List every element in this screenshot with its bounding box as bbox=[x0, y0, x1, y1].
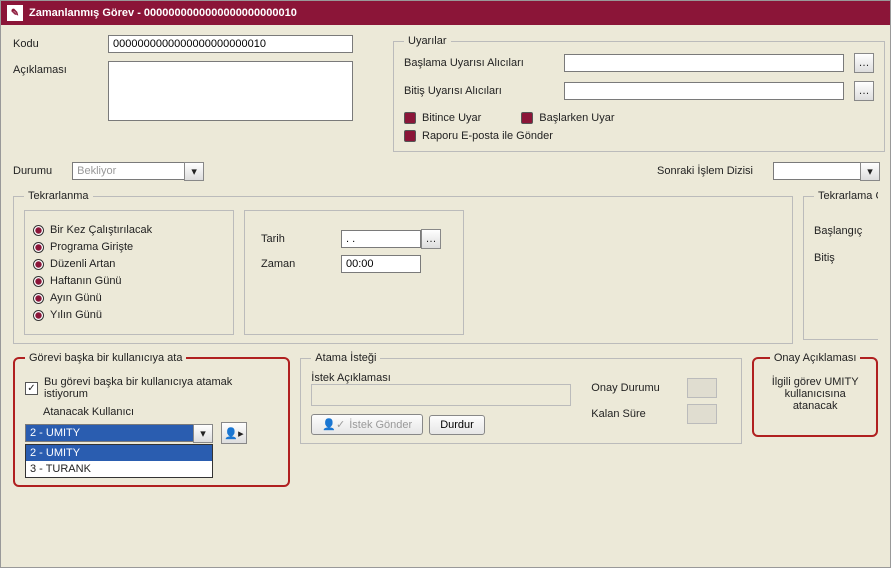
onay-legend: Onay Açıklaması bbox=[770, 352, 861, 364]
recur-opt-monthday[interactable]: Ayın Günü bbox=[33, 292, 225, 304]
durumu-label: Durumu bbox=[13, 165, 52, 177]
raporu-gonder-check[interactable]: Raporu E-posta ile Gönder bbox=[404, 130, 874, 142]
durumu-dropdown-button[interactable]: ▾ bbox=[184, 162, 204, 181]
table-row[interactable] bbox=[14, 503, 506, 525]
onay-durumu-label: Onay Durumu bbox=[591, 382, 681, 394]
zaman-label: Zaman bbox=[261, 258, 311, 270]
gecerlilik-fieldset: Tekrarlama Geçerliliği Başlangıç 15.04.0… bbox=[803, 190, 878, 340]
zaman-input[interactable] bbox=[341, 255, 421, 273]
app-icon: ✎ bbox=[7, 5, 23, 21]
kalan-sure-label: Kalan Süre bbox=[591, 408, 681, 420]
bitince-uyar-check[interactable]: Bitince Uyar bbox=[404, 112, 481, 124]
table-row[interactable] bbox=[14, 525, 506, 547]
baslama-browse-button[interactable]: … bbox=[854, 53, 874, 73]
checkbox-icon bbox=[521, 112, 533, 124]
bitis-browse-button[interactable]: … bbox=[854, 81, 874, 101]
onay-aciklamasi-fieldset: Onay Açıklaması İlgili görev UMITY kulla… bbox=[752, 352, 878, 437]
assign-option[interactable]: 2 - UMITY bbox=[26, 445, 212, 461]
checkbox-icon bbox=[404, 112, 416, 124]
baslama-uyari-label: Başlama Uyarısı Alıcıları bbox=[404, 57, 554, 69]
assign-fieldset: Görevi başka bir kullanıcıya ata Bu göre… bbox=[13, 352, 290, 487]
kodu-label: Kodu bbox=[13, 35, 98, 53]
window-titlebar: ✎ Zamanlanmış Görev - 000000000000000000… bbox=[1, 1, 890, 25]
durdur-button[interactable]: Durdur bbox=[429, 415, 485, 435]
tekrarlanma-legend: Tekrarlanma bbox=[24, 190, 93, 202]
gecerlilik-legend: Tekrarlama Geçerliliği bbox=[814, 190, 878, 202]
istek-aciklamasi-label: İstek Açıklaması bbox=[311, 372, 571, 384]
send-icon: 👤✓ bbox=[322, 418, 345, 431]
assign-dropdown-list: 2 - UMITY 3 - TURANK bbox=[25, 444, 213, 478]
recur-opt-weekday[interactable]: Haftanın Günü bbox=[33, 275, 225, 287]
window-title: Zamanlanmış Görev - 00000000000000000000… bbox=[29, 7, 297, 19]
aciklamasi-input[interactable] bbox=[108, 61, 353, 121]
recur-opt-yearday[interactable]: Yılın Günü bbox=[33, 309, 225, 321]
kalan-sure-box bbox=[687, 404, 717, 424]
onay-durumu-box bbox=[687, 378, 717, 398]
istek-aciklamasi-box bbox=[311, 384, 571, 406]
assign-user-action-button[interactable]: 👤▸ bbox=[221, 422, 247, 444]
assign-legend: Görevi başka bir kullanıcıya ata bbox=[25, 352, 186, 364]
uyarilar-legend: Uyarılar bbox=[404, 35, 451, 47]
aciklamasi-label: Açıklaması bbox=[13, 61, 98, 121]
tarih-picker-button[interactable]: … bbox=[421, 229, 441, 249]
assign-user-select[interactable] bbox=[25, 424, 213, 442]
kodu-input[interactable] bbox=[108, 35, 353, 53]
recur-opt-regular[interactable]: Düzenli Artan bbox=[33, 258, 225, 270]
atama-legend: Atama İsteği bbox=[311, 352, 380, 364]
tarih-label: Tarih bbox=[261, 233, 311, 245]
recur-opt-once[interactable]: Bir Kez Çalıştırılacak bbox=[33, 224, 225, 236]
recur-opt-login[interactable]: Programa Girişte bbox=[33, 241, 225, 253]
sonraki-islem-label: Sonraki İşlem Dizisi bbox=[657, 165, 753, 177]
onay-text: İlgili görev UMITY kullanıcısına atanaca… bbox=[764, 372, 866, 416]
baslama-uyari-input[interactable] bbox=[564, 54, 844, 72]
assign-check-label: Bu görevi başka bir kullanıcıya atamak i… bbox=[44, 376, 278, 400]
scheduled-task-window: ✎ Zamanlanmış Görev - 000000000000000000… bbox=[0, 0, 891, 568]
assign-option[interactable]: 3 - TURANK bbox=[26, 461, 212, 477]
atama-istegi-fieldset: Atama İsteği İstek Açıklaması 👤✓ İstek G… bbox=[300, 352, 742, 444]
sonraki-dropdown-button[interactable]: ▾ bbox=[860, 162, 880, 181]
valid-bitis-label: Bitiş bbox=[814, 252, 878, 264]
bitis-uyari-label: Bitiş Uyarısı Alıcıları bbox=[404, 85, 554, 97]
durumu-select[interactable] bbox=[72, 162, 202, 180]
tekrarlanma-fieldset: Tekrarlanma Bir Kez Çalıştırılacak Progr… bbox=[13, 190, 793, 344]
uyarilar-fieldset: Uyarılar Başlama Uyarısı Alıcıları … Bit… bbox=[393, 35, 885, 152]
assign-dropdown-button[interactable]: ▾ bbox=[193, 424, 213, 443]
istek-gonder-button[interactable]: 👤✓ İstek Gönder bbox=[311, 414, 423, 435]
tarih-input[interactable] bbox=[341, 230, 421, 248]
checkbox-icon bbox=[404, 130, 416, 142]
bitis-uyari-input[interactable] bbox=[564, 82, 844, 100]
baslarken-uyar-check[interactable]: Başlarken Uyar bbox=[521, 112, 614, 124]
assign-user-label: Atanacak Kullanıcı bbox=[43, 406, 278, 418]
valid-baslangic-label: Başlangıç bbox=[814, 225, 878, 237]
assign-checkbox[interactable] bbox=[25, 382, 38, 395]
